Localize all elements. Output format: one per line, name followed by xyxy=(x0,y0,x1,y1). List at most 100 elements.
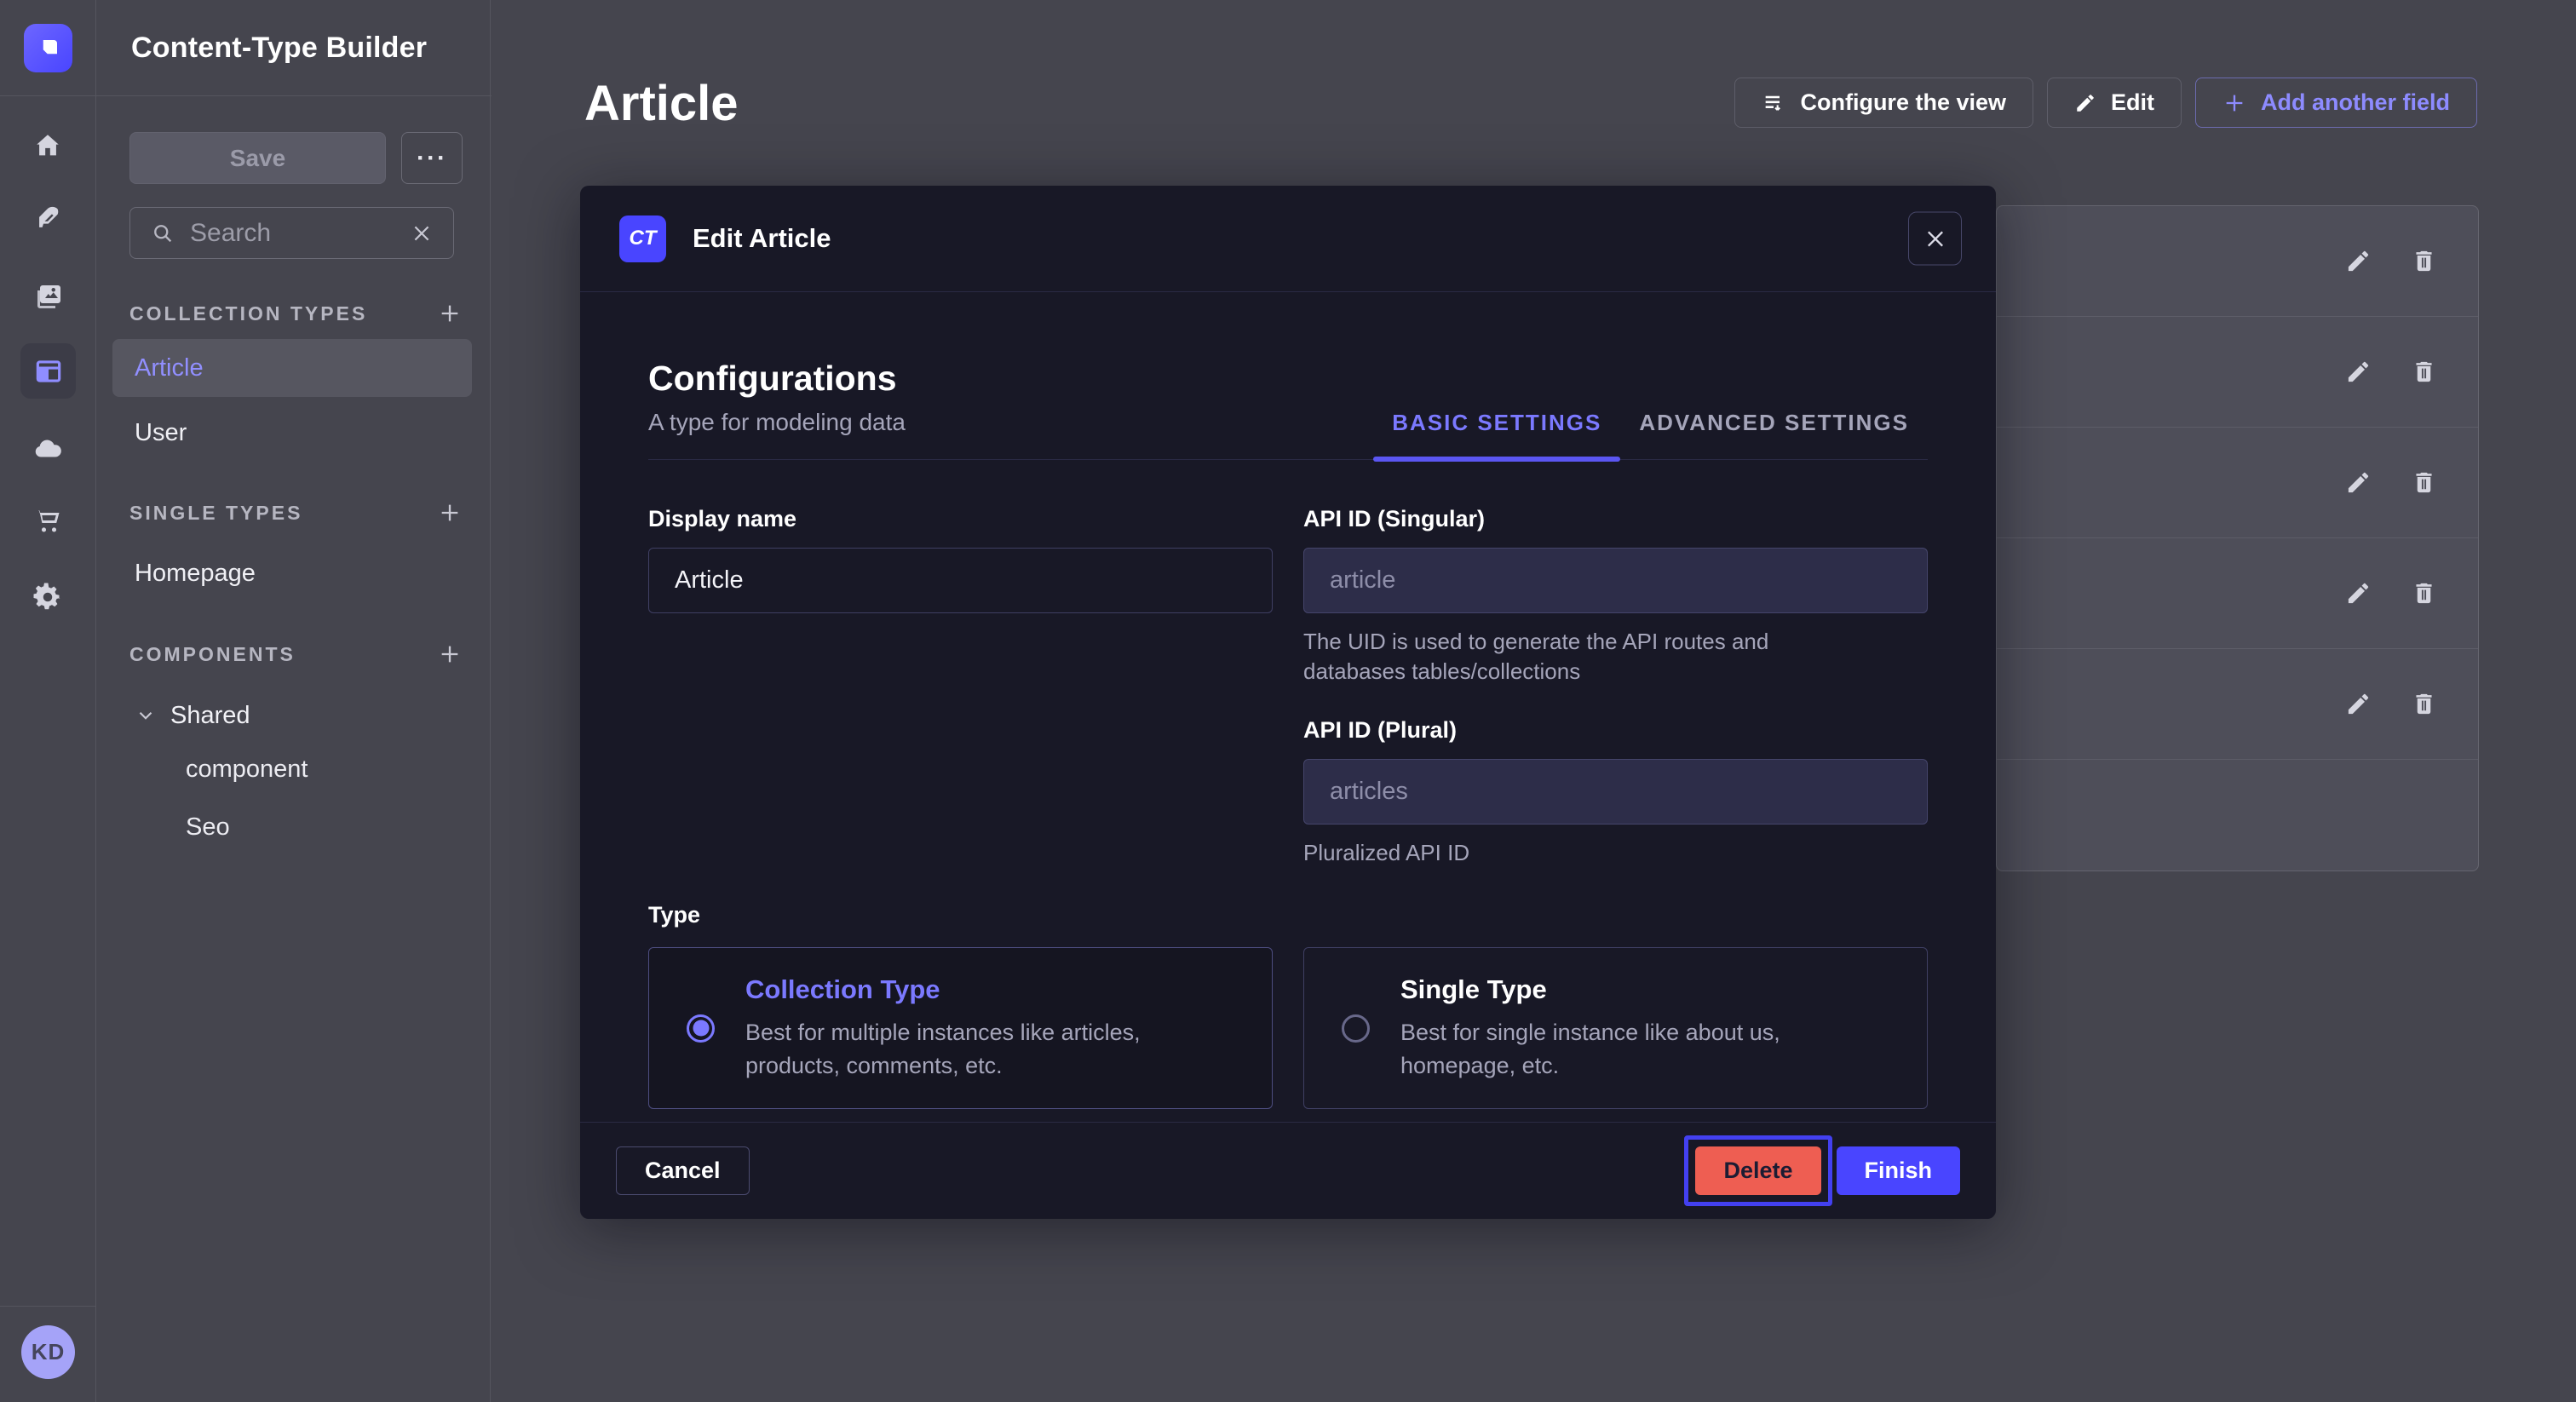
delete-field-trash-icon[interactable] xyxy=(2411,359,2437,385)
api-id-singular-input[interactable] xyxy=(1303,548,1928,613)
edit-field-pencil-icon[interactable] xyxy=(2345,580,2372,606)
single-type-title: Single Type xyxy=(1400,974,1886,1005)
media-library-icon[interactable] xyxy=(32,279,64,312)
edit-label: Edit xyxy=(2111,89,2154,116)
sidebar-item-homepage[interactable]: Homepage xyxy=(112,544,472,602)
modal-body: Configurations A type for modeling data … xyxy=(580,359,1996,1109)
api-id-plural-label: API ID (Plural) xyxy=(1303,717,1928,744)
tab-basic-settings[interactable]: BASIC SETTINGS xyxy=(1373,410,1620,459)
plus-icon xyxy=(2222,91,2246,115)
radio-unchecked-icon[interactable] xyxy=(1342,1014,1370,1043)
add-collection-type-button[interactable] xyxy=(436,300,463,327)
settings-tabs: BASIC SETTINGS ADVANCED SETTINGS xyxy=(1373,410,1928,459)
settings-gear-icon[interactable] xyxy=(32,581,64,613)
delete-field-trash-icon[interactable] xyxy=(2411,248,2437,274)
page-title: Article xyxy=(584,75,739,132)
collection-type-title: Collection Type xyxy=(745,974,1231,1005)
modal-footer: Cancel Delete Finish xyxy=(580,1122,1996,1219)
content-type-builder-nav-icon[interactable] xyxy=(20,343,76,399)
sidebar-item-seo[interactable]: Seo xyxy=(112,798,472,856)
add-another-field-button[interactable]: Add another field xyxy=(2195,78,2477,128)
strapi-logo-icon[interactable] xyxy=(24,24,72,72)
header-actions: Configure the view Edit Add another fiel… xyxy=(1734,78,2477,128)
tab-advanced-settings[interactable]: ADVANCED SETTINGS xyxy=(1620,410,1928,459)
display-name-input[interactable] xyxy=(648,548,1273,613)
top-divider xyxy=(0,95,492,96)
nav-rail: KD xyxy=(0,0,96,1402)
components-section-header: COMPONENTS xyxy=(129,641,463,668)
configure-view-label: Configure the view xyxy=(1800,89,2006,116)
content-feather-icon[interactable] xyxy=(32,203,64,235)
add-single-type-button[interactable] xyxy=(436,499,463,526)
display-name-field: Display name xyxy=(648,506,1273,687)
cloud-icon[interactable] xyxy=(32,433,64,465)
clear-search-icon[interactable] xyxy=(411,222,433,244)
sidebar-item-article[interactable]: Article xyxy=(112,339,472,397)
single-types-label: SINGLE TYPES xyxy=(129,502,302,525)
edit-field-pencil-icon[interactable] xyxy=(2345,691,2372,717)
table-row xyxy=(1997,428,2478,538)
configurations-title: Configurations xyxy=(648,359,906,399)
edit-field-pencil-icon[interactable] xyxy=(2345,469,2372,496)
table-row xyxy=(1997,317,2478,428)
api-id-singular-field: API ID (Singular) The UID is used to gen… xyxy=(1303,506,1928,687)
chevron-down-icon xyxy=(135,704,157,727)
cancel-button[interactable]: Cancel xyxy=(616,1146,750,1195)
sidebar-group-shared[interactable]: Shared xyxy=(112,687,472,744)
collection-type-option[interactable]: Collection Type Best for multiple instan… xyxy=(648,947,1273,1109)
search-input[interactable] xyxy=(190,219,395,248)
footer-right-actions: Delete Finish xyxy=(1695,1146,1960,1195)
collection-types-label: COLLECTION TYPES xyxy=(129,302,367,325)
api-id-plural-input[interactable] xyxy=(1303,759,1928,825)
close-modal-button[interactable] xyxy=(1908,212,1962,266)
configurations-section-header: Configurations A type for modeling data … xyxy=(648,359,1928,460)
delete-button-wrapper: Delete xyxy=(1695,1146,1820,1195)
more-options-button[interactable]: ··· xyxy=(401,132,463,184)
pencil-icon xyxy=(2074,92,2096,114)
api-id-singular-help: The UID is used to generate the API rout… xyxy=(1303,627,1849,687)
modal-header: CT Edit Article xyxy=(580,186,1996,292)
collection-types-section-header: COLLECTION TYPES xyxy=(129,300,463,327)
configure-view-button[interactable]: Configure the view xyxy=(1734,78,2033,128)
edit-field-pencil-icon[interactable] xyxy=(2345,359,2372,385)
table-row xyxy=(1997,538,2478,649)
table-row xyxy=(1997,206,2478,317)
search-input-wrapper[interactable] xyxy=(129,207,454,259)
radio-checked-icon[interactable] xyxy=(687,1014,715,1043)
sidebar-group-label: Shared xyxy=(170,702,250,730)
edit-button[interactable]: Edit xyxy=(2047,78,2182,128)
display-name-label: Display name xyxy=(648,506,1273,532)
sidebar-item-user[interactable]: User xyxy=(112,404,472,462)
api-id-plural-help: Pluralized API ID xyxy=(1303,838,1849,868)
add-another-field-label: Add another field xyxy=(2261,89,2450,116)
delete-field-trash-icon[interactable] xyxy=(2411,469,2437,496)
save-button[interactable]: Save xyxy=(129,132,386,184)
add-component-button[interactable] xyxy=(436,641,463,668)
delete-field-trash-icon[interactable] xyxy=(2411,691,2437,717)
home-icon[interactable] xyxy=(32,129,64,162)
sidebar-item-label: Homepage xyxy=(135,560,256,588)
marketplace-cart-icon[interactable] xyxy=(32,504,64,537)
type-options: Collection Type Best for multiple instan… xyxy=(648,947,1928,1109)
delete-field-trash-icon[interactable] xyxy=(2411,580,2437,606)
delete-button[interactable]: Delete xyxy=(1695,1146,1820,1195)
table-row xyxy=(1997,649,2478,760)
edit-field-pencil-icon[interactable] xyxy=(2345,248,2372,274)
content-type-badge: CT xyxy=(619,215,666,262)
sidebar-item-component[interactable]: component xyxy=(112,740,472,798)
edit-article-modal: CT Edit Article Configurations A type fo… xyxy=(580,186,1996,1219)
sidebar-item-label: Seo xyxy=(186,813,230,842)
avatar[interactable]: KD xyxy=(21,1325,75,1379)
single-type-description: Best for single instance like about us, … xyxy=(1400,1016,1886,1083)
modal-title: Edit Article xyxy=(693,223,831,254)
sidebar-item-label: User xyxy=(135,419,187,447)
configurations-heading-block: Configurations A type for modeling data xyxy=(648,359,906,459)
collection-type-texts: Collection Type Best for multiple instan… xyxy=(745,974,1231,1083)
fields-table xyxy=(1996,205,2479,871)
single-type-option[interactable]: Single Type Best for single instance lik… xyxy=(1303,947,1928,1109)
components-label: COMPONENTS xyxy=(129,643,296,666)
subnav-title: Content-Type Builder xyxy=(131,32,427,65)
table-row-empty xyxy=(1997,760,2478,871)
configurations-subtitle: A type for modeling data xyxy=(648,409,906,436)
finish-button[interactable]: Finish xyxy=(1837,1146,1961,1195)
